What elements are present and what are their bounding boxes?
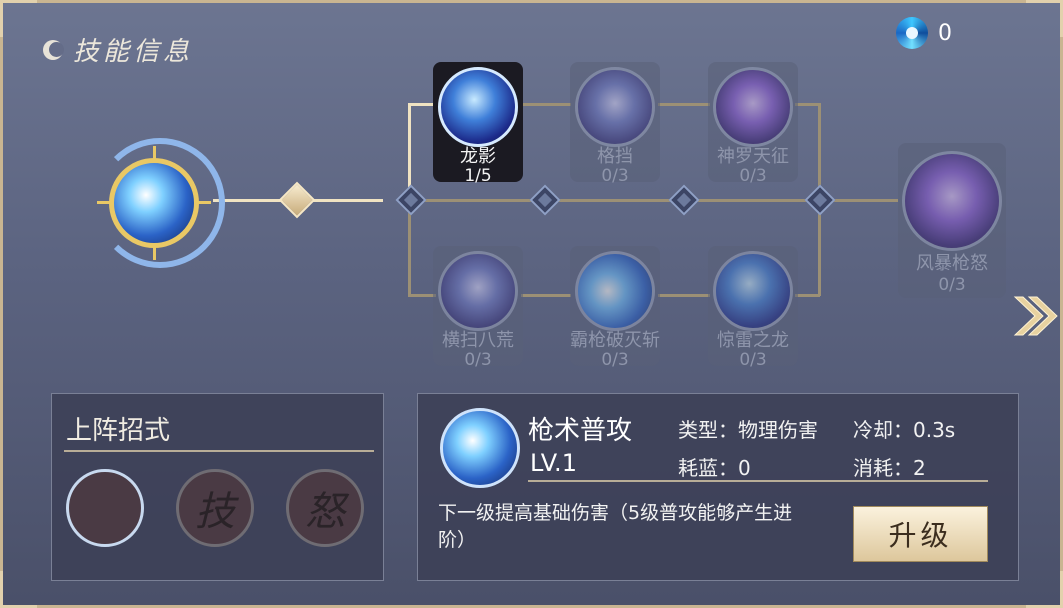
tree-node-diamond bbox=[395, 184, 427, 216]
connector-line bbox=[558, 199, 673, 202]
skill-name: 霸枪破灭斩 bbox=[570, 330, 660, 351]
block-shield-icon bbox=[575, 67, 655, 147]
skill-node-gedang[interactable]: 格挡 0/3 bbox=[570, 62, 660, 186]
skill-name: 格挡 bbox=[597, 146, 633, 167]
frame-corner bbox=[1026, 0, 1063, 37]
sweep-slash-icon bbox=[438, 251, 518, 331]
page-title: 技能信息 bbox=[73, 37, 194, 67]
skill-name: 横扫八荒 bbox=[442, 330, 514, 351]
skill-description: 下一级提高基础伤害（5级普攻能够产生进阶） bbox=[438, 502, 793, 551]
dragon-shadow-icon bbox=[438, 67, 518, 147]
connector-line bbox=[313, 199, 383, 202]
skill-node-hengsaobahuang[interactable]: 横扫八荒 0/3 bbox=[433, 246, 523, 370]
skill-upgrade-cost: 消耗：2 bbox=[853, 456, 926, 480]
connector-line bbox=[658, 294, 710, 297]
connector-line bbox=[423, 199, 533, 202]
skill-level: 0/3 bbox=[464, 350, 492, 370]
connector-line bbox=[795, 103, 820, 106]
skill-node-longying[interactable]: 龙影 1/5 bbox=[433, 62, 523, 186]
connector-line bbox=[658, 103, 710, 106]
currency-value: 0 bbox=[938, 20, 952, 46]
storm-spear-icon bbox=[902, 151, 1002, 251]
connector-line bbox=[818, 211, 821, 296]
spear-skill-icon bbox=[440, 408, 520, 488]
loadout-slot-skill[interactable]: 技 bbox=[176, 469, 254, 547]
upgrade-button[interactable]: 升级 bbox=[853, 506, 988, 562]
skill-level: 0/3 bbox=[739, 350, 767, 370]
connector-line bbox=[698, 199, 808, 202]
skill-mana-cost: 耗蓝：0 bbox=[678, 456, 751, 480]
skill-detail-name: 枪术普攻 bbox=[528, 416, 633, 446]
skill-name: 惊雷之龙 bbox=[717, 330, 789, 351]
skill-node-fengbaoqiangnu[interactable]: 风暴枪怒 0/3 bbox=[898, 143, 1006, 298]
connector-line bbox=[408, 103, 436, 106]
frame-corner bbox=[0, 0, 37, 37]
skill-name: 神罗天征 bbox=[717, 146, 789, 167]
skill-node-baqiangpomiezhan[interactable]: 霸枪破灭斩 0/3 bbox=[570, 246, 660, 370]
window-header: 技能信息 bbox=[43, 31, 193, 68]
connector-line bbox=[408, 103, 411, 191]
skill-level: 0/3 bbox=[601, 350, 629, 370]
connector-line bbox=[521, 294, 571, 297]
slot-placeholder-glyph: 技 bbox=[195, 489, 235, 535]
loadout-panel: 上阵招式 技 怒 bbox=[51, 393, 384, 581]
skill-level: 1/5 bbox=[464, 166, 492, 186]
spiral-orb-icon bbox=[896, 17, 928, 49]
thunder-dragon-icon bbox=[713, 251, 793, 331]
tree-node-diamond bbox=[668, 184, 700, 216]
connector-line bbox=[818, 103, 821, 191]
tree-node-diamond bbox=[278, 181, 316, 219]
skill-level: 0/3 bbox=[601, 166, 629, 186]
skill-detail-level: LV.1 bbox=[530, 449, 577, 477]
frame-corner bbox=[0, 571, 37, 608]
divine-dome-icon bbox=[713, 67, 793, 147]
skill-name: 龙影 bbox=[460, 146, 496, 167]
currency-display: 0 bbox=[896, 17, 952, 49]
skill-name: 风暴枪怒 bbox=[916, 253, 988, 274]
spear-burst-icon bbox=[575, 251, 655, 331]
connector-line bbox=[408, 211, 411, 296]
tree-node-diamond bbox=[529, 184, 561, 216]
loadout-slot-rage[interactable]: 怒 bbox=[286, 469, 364, 547]
skill-window: 技能信息 0 龙影 1/5 格挡 0/3 神罗天征 0/3 横扫八荒 0/3 霸… bbox=[0, 0, 1063, 608]
skill-type: 类型：物理伤害 bbox=[678, 418, 818, 442]
skill-node-shenluotianzheng[interactable]: 神罗天征 0/3 bbox=[708, 62, 798, 186]
spear-skill-icon bbox=[109, 158, 199, 248]
base-skill-node[interactable] bbox=[95, 138, 225, 268]
skill-level: 0/3 bbox=[739, 166, 767, 186]
connector-line bbox=[408, 294, 436, 297]
divider bbox=[64, 450, 374, 452]
connector-line bbox=[833, 199, 898, 202]
chevron-right-icon[interactable] bbox=[1009, 291, 1059, 341]
frame-corner bbox=[1026, 571, 1063, 608]
tree-node-diamond bbox=[804, 184, 836, 216]
loadout-title: 上阵招式 bbox=[66, 416, 171, 446]
connector-line bbox=[521, 103, 571, 106]
slot-placeholder-glyph: 怒 bbox=[305, 489, 345, 535]
skill-detail-panel: 枪术普攻 LV.1 类型：物理伤害 冷却：0.3s 耗蓝：0 消耗：2 下一级提… bbox=[417, 393, 1019, 581]
skill-node-jingleizhilong[interactable]: 惊雷之龙 0/3 bbox=[708, 246, 798, 370]
skill-level: 0/3 bbox=[938, 275, 966, 295]
moon-icon bbox=[43, 39, 64, 60]
connector-line bbox=[795, 294, 820, 297]
loadout-slot-skill[interactable] bbox=[66, 469, 144, 547]
skill-cooldown: 冷却：0.3s bbox=[853, 418, 956, 442]
